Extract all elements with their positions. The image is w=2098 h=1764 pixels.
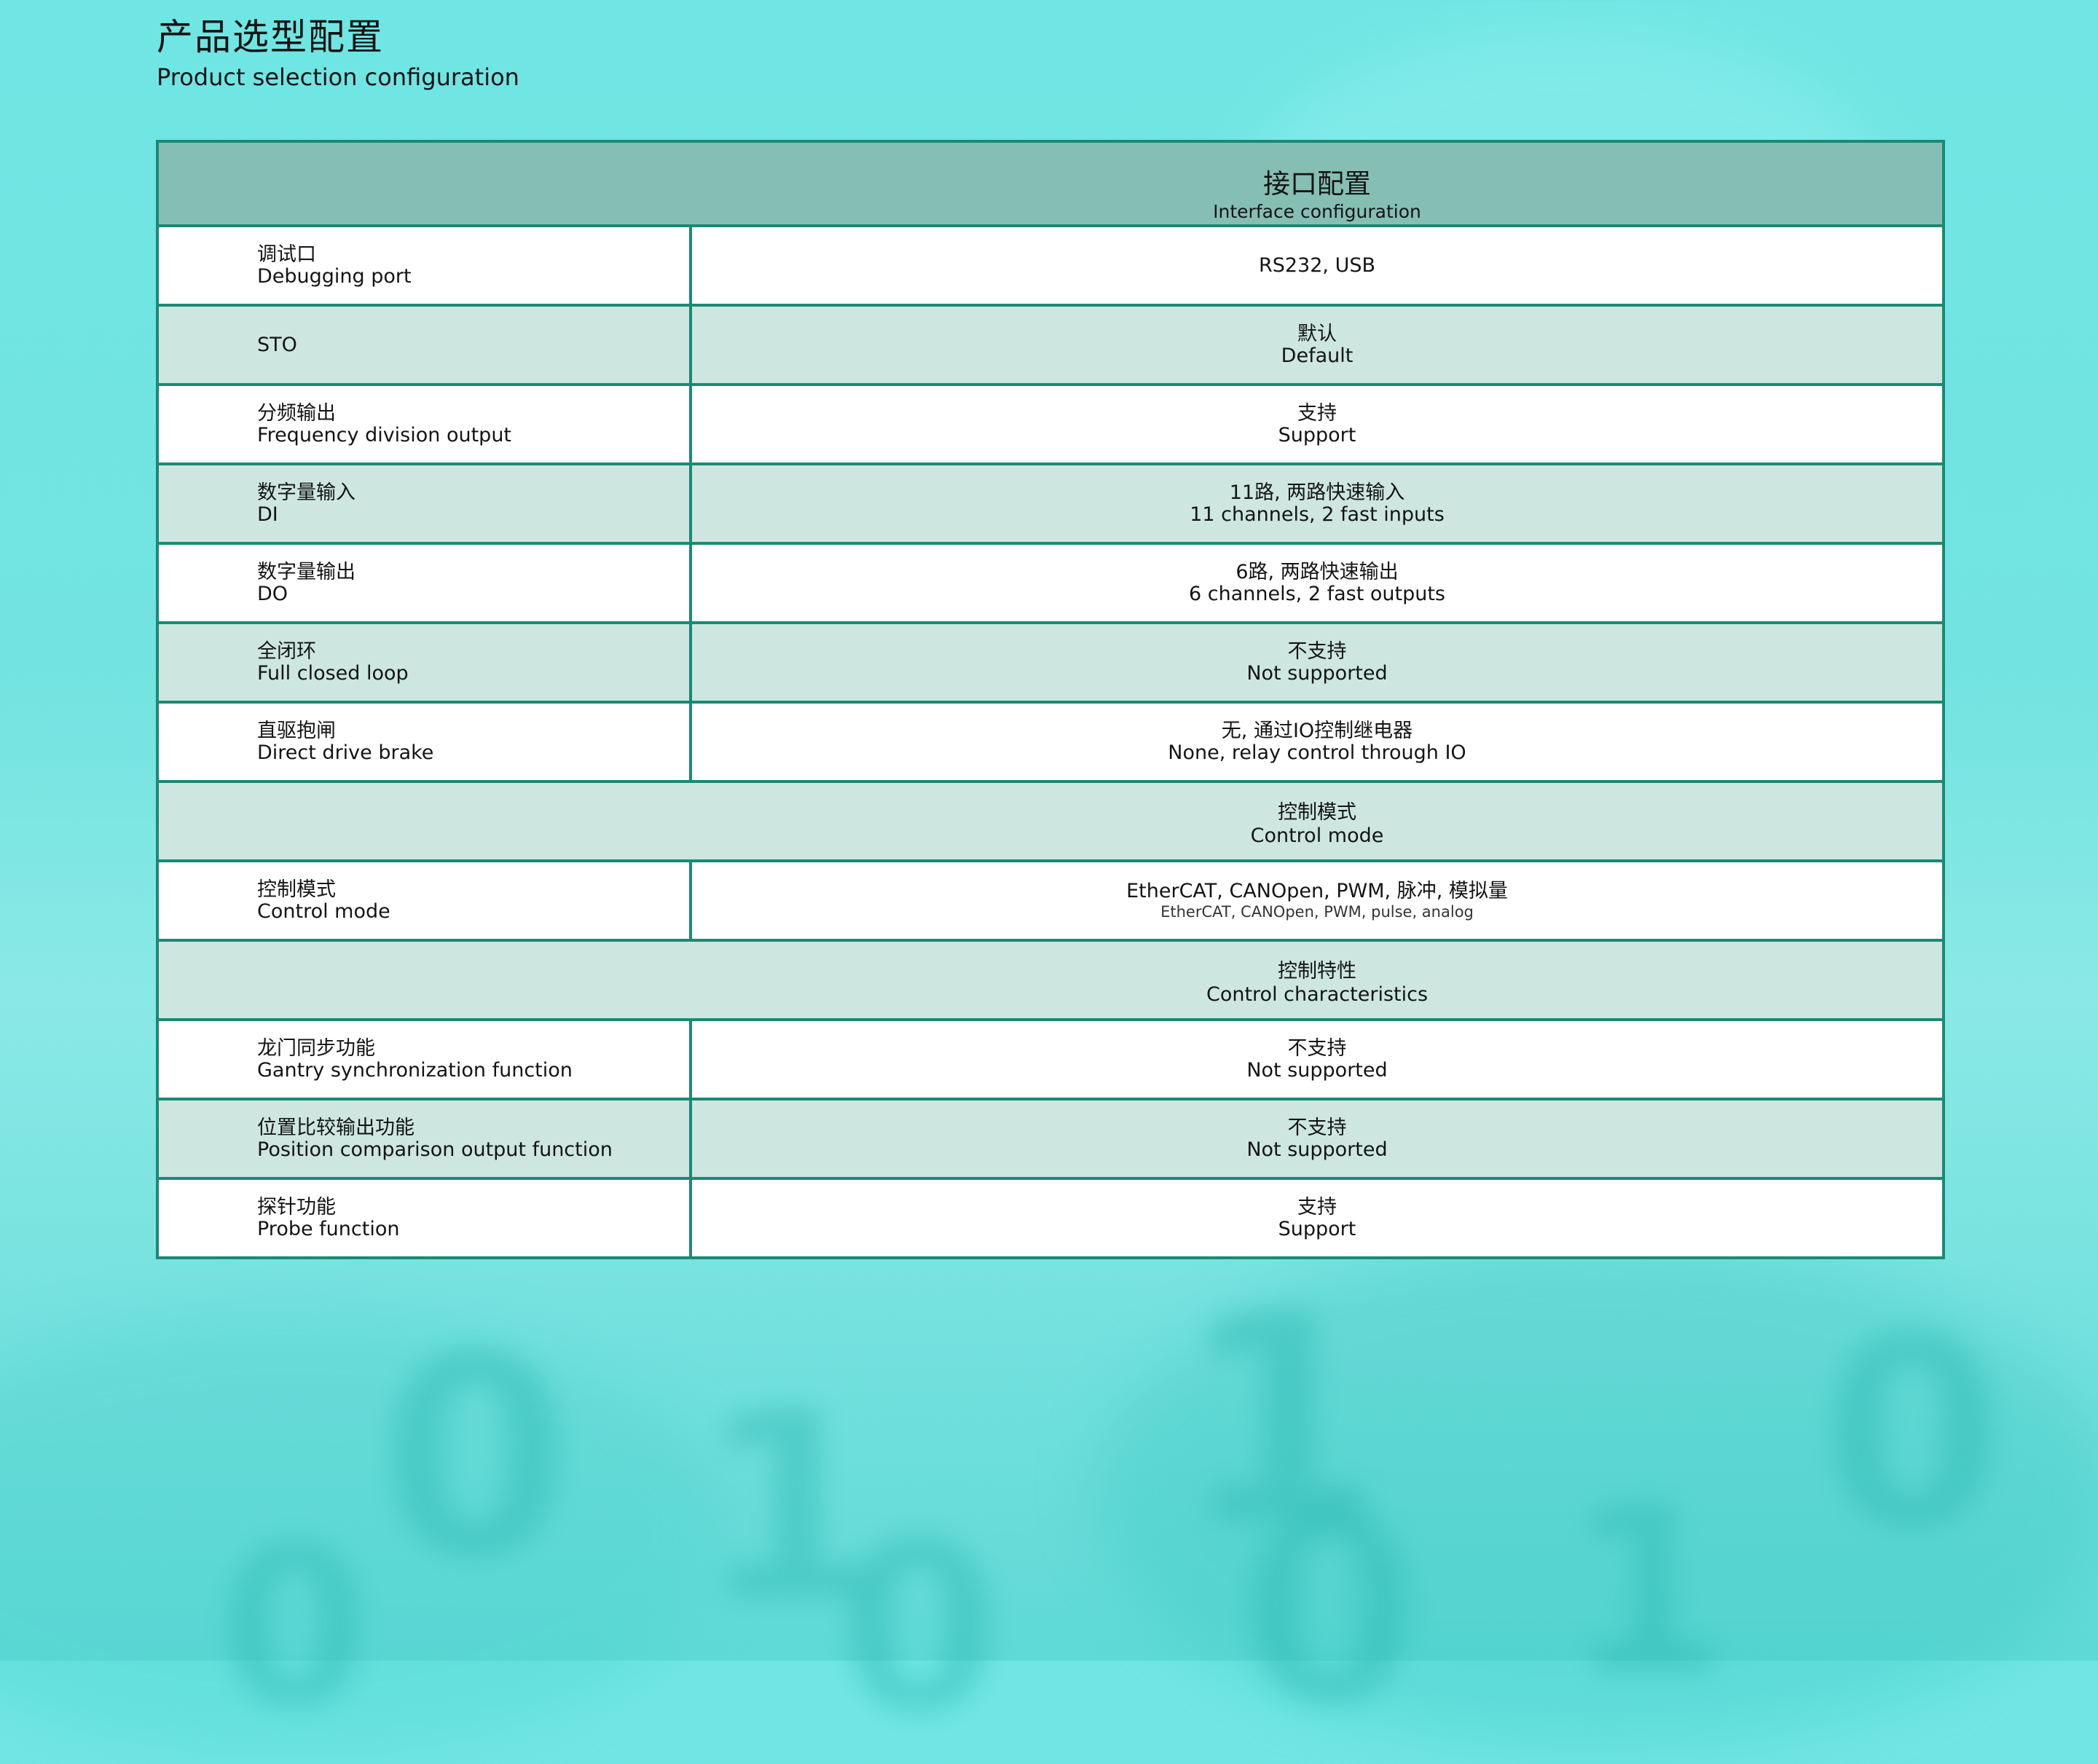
- table-row: 全闭环 Full closed loop 不支持 Not supported: [156, 621, 1945, 704]
- row-label-cell: 探针功能 Probe function: [156, 1177, 692, 1259]
- page-title: 产品选型配置: [157, 16, 384, 58]
- table-row: 数字量输出 DO 6路, 两路快速输出 6 channels, 2 fast outp…: [156, 542, 1945, 624]
- row-label-cn: 全闭环: [257, 639, 316, 663]
- row-value-en: Not supported: [1246, 1058, 1388, 1082]
- row-label-cell: 数字量输入 DI: [156, 462, 692, 545]
- row-value-cn: 无, 通过IO控制继电器: [1221, 719, 1413, 742]
- section-title-cn: 控制模式: [1278, 800, 1356, 824]
- row-value-cell: 默认 Default: [689, 304, 1945, 386]
- row-label-cell: 位置比较输出功能 Position comparison output funct…: [156, 1098, 692, 1180]
- row-value-en: 11 channels, 2 fast inputs: [1190, 503, 1445, 526]
- section-title-en: Control mode: [1250, 824, 1384, 847]
- row-label-en: Probe function: [257, 1217, 400, 1240]
- row-label-cn: 探针功能: [257, 1195, 336, 1218]
- row-value-en: Support: [1278, 1217, 1356, 1240]
- row-value-cell: 无, 通过IO控制继电器 None, relay control through …: [689, 701, 1945, 783]
- row-value-cn: 支持: [1297, 1195, 1337, 1218]
- row-label-cell: 龙门同步功能 Gantry synchronization function: [156, 1018, 692, 1100]
- row-value-cell: 支持 Support: [689, 1177, 1945, 1259]
- row-value-cn: 6路, 两路快速输出: [1235, 560, 1399, 583]
- table-row: 数字量输入 DI 11路, 两路快速输入 11 channels, 2 fast in…: [156, 462, 1945, 545]
- row-label-en: DI: [257, 503, 278, 526]
- page-subtitle: Product selection configuration: [157, 63, 519, 91]
- row-label-cn: 直驱抱闸: [257, 719, 336, 742]
- row-value-cell: EtherCAT, CANOpen, PWM, 脉冲, 模拟量 EtherCAT,…: [689, 859, 1945, 942]
- row-label-en: Gantry synchronization function: [257, 1058, 573, 1082]
- row-value-en: Not supported: [1246, 661, 1388, 685]
- row-label-en: Position comparison output function: [257, 1138, 613, 1161]
- row-value-cell: 不支持 Not supported: [689, 1098, 1945, 1180]
- table-row: 控制模式 Control mode EtherCAT, CANOpen, PWM, …: [156, 859, 1945, 942]
- table-row: STO 默认 Default: [156, 304, 1945, 386]
- row-label-en: Direct drive brake: [257, 741, 434, 764]
- section-title-cn: 控制特性: [1278, 959, 1356, 983]
- row-label-cell: 调试口 Debugging port: [156, 224, 692, 307]
- row-value-en: Default: [1281, 344, 1354, 367]
- row-label-cell: 数字量输出 DO: [156, 542, 692, 624]
- row-label-en: STO: [257, 333, 297, 356]
- row-label-en: DO: [257, 582, 288, 605]
- row-value-cn: 不支持: [1287, 1116, 1347, 1139]
- table-header-en: Interface configuration: [1213, 200, 1421, 222]
- table-row: 龙门同步功能 Gantry synchronization function 不支持…: [156, 1018, 1945, 1100]
- row-label-cn: 调试口: [257, 243, 316, 266]
- row-value-cn: 不支持: [1287, 1036, 1347, 1060]
- table-row: 直驱抱闸 Direct drive brake 无, 通过IO控制继电器 None, …: [156, 701, 1945, 783]
- row-label-cell: 直驱抱闸 Direct drive brake: [156, 701, 692, 783]
- row-value-en: RS232, USB: [1258, 253, 1376, 277]
- row-label-en: Frequency division output: [257, 423, 512, 446]
- row-label-cn: 位置比较输出功能: [257, 1116, 415, 1139]
- row-value-en: EtherCAT, CANOpen, PWM, pulse, analog: [1160, 902, 1474, 921]
- table-row: 探针功能 Probe function 支持 Support: [156, 1177, 1945, 1259]
- table-header-cn: 接口配置: [1263, 168, 1371, 200]
- spec-table: 接口配置 Interface configuration 调试口 Debuggin…: [156, 140, 1945, 1259]
- row-label-cell: 全闭环 Full closed loop: [156, 621, 692, 704]
- row-label-cn: 龙门同步功能: [257, 1036, 375, 1060]
- section-row: 控制特性 Control characteristics: [156, 939, 1945, 1021]
- table-header-row: 接口配置 Interface configuration: [156, 140, 1945, 227]
- row-value-en: Support: [1278, 423, 1356, 446]
- row-label-cn: 数字量输入: [257, 481, 355, 504]
- table-header-cell: 接口配置 Interface configuration: [156, 140, 1945, 227]
- row-label-en: Control mode: [257, 899, 390, 923]
- row-value-cell: 11路, 两路快速输入 11 channels, 2 fast inputs: [689, 462, 1945, 545]
- section-row: 控制模式 Control mode: [156, 780, 1945, 862]
- row-label-en: Debugging port: [257, 264, 412, 288]
- table-row: 分频输出 Frequency division output 支持 Support: [156, 383, 1945, 465]
- row-label-en: Full closed loop: [257, 661, 409, 685]
- section-cell: 控制特性 Control characteristics: [156, 939, 1945, 1021]
- row-value-cell: 不支持 Not supported: [689, 1018, 1945, 1100]
- row-value-cn: 11路, 两路快速输入: [1229, 481, 1405, 504]
- row-value-en: None, relay control through IO: [1168, 741, 1466, 764]
- row-value-en: 6 channels, 2 fast outputs: [1188, 582, 1445, 605]
- row-value-cn: 支持: [1297, 401, 1337, 425]
- row-value-cn: 默认: [1297, 322, 1337, 345]
- row-label-cn: 控制模式: [257, 878, 336, 901]
- table-row: 调试口 Debugging port RS232, USB: [156, 224, 1945, 307]
- row-label-cell: 分频输出 Frequency division output: [156, 383, 692, 465]
- row-label-cell: STO: [156, 304, 692, 386]
- row-value-en: Not supported: [1246, 1138, 1388, 1161]
- row-label-cn: 分频输出: [257, 401, 336, 425]
- page-header: 产品选型配置 Product selection configuration: [157, 15, 519, 93]
- section-cell: 控制模式 Control mode: [156, 780, 1945, 862]
- row-value-cell: 不支持 Not supported: [689, 621, 1945, 704]
- section-title-en: Control characteristics: [1206, 983, 1429, 1006]
- row-value-cell: RS232, USB: [689, 224, 1945, 307]
- row-value-cn: EtherCAT, CANOpen, PWM, 脉冲, 模拟量: [1126, 879, 1508, 902]
- row-value-cell: 支持 Support: [689, 383, 1945, 465]
- row-value-cn: 不支持: [1287, 639, 1347, 663]
- row-label-cell: 控制模式 Control mode: [156, 859, 692, 942]
- table-row: 位置比较输出功能 Position comparison output funct…: [156, 1098, 1945, 1180]
- row-value-cell: 6路, 两路快速输出 6 channels, 2 fast outputs: [689, 542, 1945, 624]
- row-label-cn: 数字量输出: [257, 560, 355, 583]
